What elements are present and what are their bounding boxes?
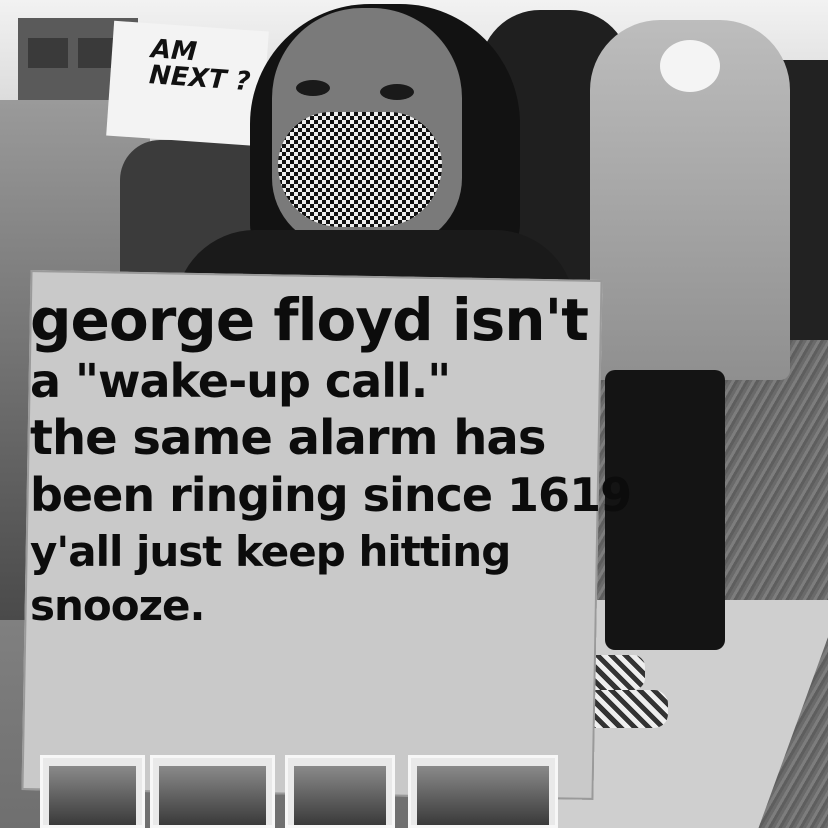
- building-window: [28, 38, 68, 68]
- protest-photo: AM NEXT ? george floyd isn't a "wake-up …: [0, 0, 828, 828]
- face-mask-right: [660, 40, 720, 92]
- attached-photo: [40, 755, 145, 828]
- placard-line: been ringing since 1619: [30, 468, 632, 522]
- attached-photos: [40, 755, 600, 828]
- checkered-face-mask: [278, 112, 442, 227]
- placard-line: snooze.: [30, 581, 206, 630]
- subject-eye-right: [380, 84, 414, 100]
- attached-photo: [408, 755, 558, 828]
- subject-eye-left: [296, 80, 330, 96]
- placard-text: george floyd isn't a "wake-up call." the…: [30, 286, 632, 632]
- placard-line: y'all just keep hitting: [30, 527, 511, 576]
- attached-photo: [150, 755, 275, 828]
- attached-photo: [285, 755, 395, 828]
- placard-line: george floyd isn't: [30, 286, 589, 354]
- placard-line: the same alarm has: [30, 410, 546, 466]
- placard-line: a "wake-up call.": [30, 354, 451, 408]
- background-sign-text: AM NEXT ?: [148, 34, 252, 98]
